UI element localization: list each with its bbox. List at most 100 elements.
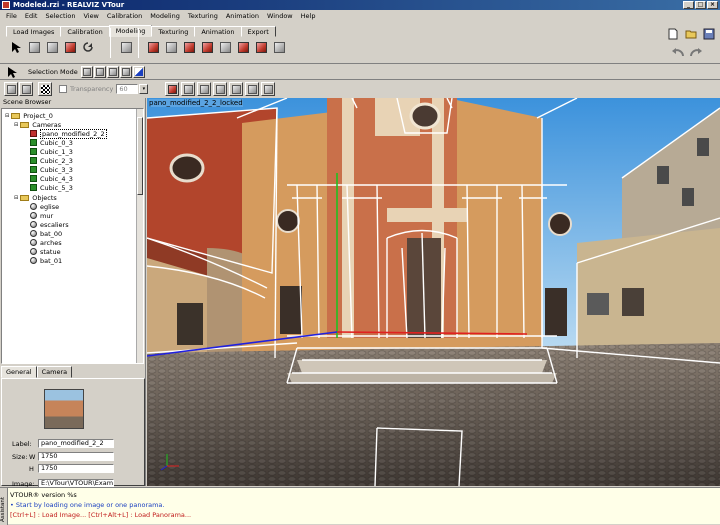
select-object-button[interactable] [119, 65, 132, 78]
camera-icon [30, 175, 37, 182]
tree-camera-item[interactable]: Cubic_5_3 [30, 183, 73, 192]
collapse-icon[interactable]: ⊟ [14, 122, 18, 128]
object-icon [30, 203, 37, 210]
scene-tree[interactable]: ⊟ Project_0 ⊟ Cameras pano_modified_2_2 Cu… [1, 108, 144, 364]
transparency-spinner[interactable]: ▾ [139, 84, 149, 94]
file-tools [665, 26, 717, 42]
tool-button-8[interactable] [271, 39, 287, 55]
tree-object-item[interactable]: bat_01 [30, 256, 62, 265]
tab-export[interactable]: Export [240, 26, 276, 37]
checker-icon [40, 84, 50, 94]
maximize-button[interactable]: □ [695, 1, 706, 9]
tree-camera-item[interactable]: Cubic_1_3 [30, 147, 73, 156]
new-file-button[interactable] [665, 26, 681, 42]
tree-object-label: statue [40, 247, 61, 256]
tree-camera-item[interactable]: Cubic_4_3 [30, 174, 73, 183]
checker-button[interactable] [38, 82, 52, 96]
tree-object-item[interactable]: bat_00 [30, 229, 62, 238]
select-arrow-button[interactable] [8, 39, 24, 55]
tool-button-6[interactable] [235, 39, 251, 55]
tree-objects[interactable]: ⊟ Objects [14, 193, 57, 202]
tree-camera-item[interactable]: Cubic_0_3 [30, 138, 73, 147]
scene-browser: Scene Browser ⊟ Project_0 ⊟ Cameras pano_m… [0, 98, 146, 488]
transparency-checkbox[interactable] [59, 85, 67, 93]
tool-button-4[interactable] [199, 39, 215, 55]
assistant-shortcuts[interactable]: [Ctrl+L] : Load Image... [Ctrl+Alt+L] : … [10, 511, 191, 519]
open-button[interactable] [683, 26, 699, 42]
tree-object-item[interactable]: eglise [30, 202, 59, 211]
tab-calibration[interactable]: Calibration [60, 26, 110, 37]
move-cube-button[interactable] [26, 39, 42, 55]
render-button-6[interactable] [245, 82, 260, 96]
render-button-7[interactable] [261, 82, 276, 96]
tree-camera-item[interactable]: Cubic_2_3 [30, 156, 73, 165]
render-button-2[interactable] [181, 82, 196, 96]
grid-cube-button[interactable] [118, 39, 134, 55]
select-face-button[interactable] [106, 65, 119, 78]
menu-modeling[interactable]: Modeling [146, 12, 184, 20]
view-mode-button-2[interactable] [19, 82, 33, 96]
menu-selection[interactable]: Selection [41, 12, 79, 20]
select-color-button[interactable] [132, 65, 145, 78]
menu-window[interactable]: Window [263, 12, 297, 20]
tab-load-images[interactable]: Load Images [6, 26, 62, 37]
tab-camera[interactable]: Camera [36, 366, 73, 378]
render-button-4[interactable] [213, 82, 228, 96]
tab-modeling[interactable]: Modeling [108, 25, 153, 37]
tree-object-item[interactable]: mur [30, 211, 53, 220]
scene-render[interactable] [147, 98, 720, 486]
menu-help[interactable]: Help [297, 12, 320, 20]
tool-button-2[interactable] [163, 39, 179, 55]
tab-general[interactable]: General [1, 366, 37, 378]
menu-file[interactable]: File [2, 12, 21, 20]
select-edge-button[interactable] [93, 65, 106, 78]
rotate-button[interactable] [80, 39, 96, 55]
menu-view[interactable]: View [79, 12, 102, 20]
tree-object-item[interactable]: arches [30, 238, 62, 247]
properties-panel: General Camera Label: pano_modified_2_2 … [1, 366, 145, 488]
render-button-3[interactable] [197, 82, 212, 96]
render-button-5[interactable] [229, 82, 244, 96]
menu-edit[interactable]: Edit [21, 12, 42, 20]
select-vertex-button[interactable] [80, 65, 93, 78]
render-button-1[interactable] [165, 82, 180, 96]
tree-scrollbar[interactable] [136, 109, 143, 363]
viewport-3d[interactable]: pano_modified_2_2_locked [147, 98, 720, 486]
tool-button-3[interactable] [181, 39, 197, 55]
tree-object-item[interactable]: statue [30, 247, 61, 256]
save-button[interactable] [701, 26, 717, 42]
pointer-button[interactable] [4, 64, 20, 80]
tree-camera-item[interactable]: Cubic_3_3 [30, 165, 73, 174]
undo-button[interactable] [670, 44, 686, 60]
tab-texturing[interactable]: Texturing [151, 26, 196, 37]
transparency-field[interactable]: 60 [116, 84, 139, 94]
scrollbar-thumb[interactable] [137, 117, 143, 195]
tool-button-1[interactable] [145, 39, 161, 55]
minimize-button[interactable]: _ [683, 1, 694, 9]
cube-icon [237, 41, 249, 53]
tree-cameras-label: Cameras [32, 120, 62, 129]
view-mode-button-1[interactable] [4, 82, 18, 96]
properties-body: Label: pano_modified_2_2 Size: W 1750 H … [1, 378, 145, 488]
label-field[interactable]: pano_modified_2_2 [38, 439, 114, 448]
redo-button[interactable] [688, 44, 704, 60]
menu-calibration[interactable]: Calibration [103, 12, 146, 20]
menu-texturing[interactable]: Texturing [184, 12, 222, 20]
tool-button-5[interactable] [217, 39, 233, 55]
tree-object-item[interactable]: escaliers [30, 220, 69, 229]
tree-project-label: Project_0 [23, 111, 53, 120]
width-field[interactable]: 1750 [38, 452, 114, 461]
red-cube-button[interactable] [62, 39, 78, 55]
tree-camera-item[interactable]: pano_modified_2_2 [30, 128, 107, 139]
cube-button[interactable] [44, 39, 60, 55]
tab-animation[interactable]: Animation [194, 26, 242, 37]
menu-animation[interactable]: Animation [222, 12, 263, 20]
tool-button-7[interactable] [253, 39, 269, 55]
assistant-panel: Assistant VTOUR® version %s • Start by l… [0, 487, 720, 525]
collapse-icon[interactable]: ⊟ [5, 113, 9, 119]
close-button[interactable]: × [707, 1, 718, 9]
tree-project[interactable]: ⊟ Project_0 [5, 111, 53, 120]
collapse-icon[interactable]: ⊟ [14, 195, 18, 201]
assistant-side-label: Assistant [0, 496, 6, 522]
height-field[interactable]: 1750 [38, 464, 114, 473]
